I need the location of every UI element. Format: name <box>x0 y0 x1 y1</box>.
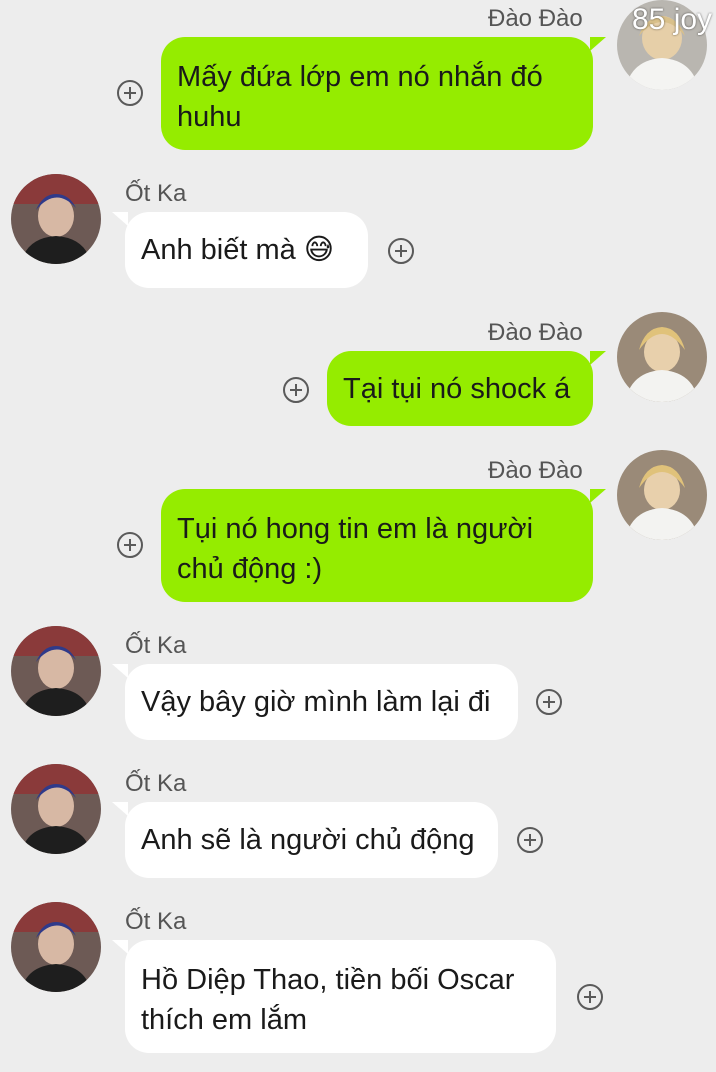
plus-circle-icon[interactable] <box>283 377 309 403</box>
plus-circle-icon[interactable] <box>388 238 414 264</box>
message-bubble[interactable]: Vậy bây giờ mình làm lại đi <box>112 664 518 740</box>
plus-circle-icon[interactable] <box>517 827 543 853</box>
sender-name: Ốt Ka <box>125 180 187 207</box>
avatar[interactable] <box>11 764 101 854</box>
sender-name: Ốt Ka <box>125 908 187 935</box>
avatar[interactable] <box>11 174 101 264</box>
avatar[interactable] <box>617 312 707 402</box>
message-bubble[interactable]: Tụi nó hong tin em là người chủ động :) <box>161 489 606 602</box>
message-bubble[interactable]: Anh biết mà 😅 <box>112 212 368 288</box>
message-bubble[interactable]: Hồ Diệp Thao, tiền bối Oscar thích em lắ… <box>112 940 556 1053</box>
sender-name: Đào Đào <box>488 319 583 346</box>
avatar[interactable] <box>617 450 707 540</box>
plus-circle-icon[interactable] <box>536 689 562 715</box>
message-bubble[interactable]: Tại tụi nó shock á <box>327 351 606 426</box>
sender-name: Đào Đào <box>488 5 583 32</box>
avatar[interactable] <box>11 626 101 716</box>
sender-name: Ốt Ka <box>125 770 187 797</box>
sender-name: Ốt Ka <box>125 632 187 659</box>
message-bubble[interactable]: Anh sẽ là người chủ động <box>112 802 498 878</box>
watermark: 85 joy <box>632 3 713 36</box>
plus-circle-icon[interactable] <box>577 984 603 1010</box>
message-bubble[interactable]: Mấy đứa lớp em nó nhắn đó huhu <box>161 37 606 150</box>
sender-name: Đào Đào <box>488 457 583 484</box>
avatar[interactable] <box>11 902 101 992</box>
plus-circle-icon[interactable] <box>117 532 143 558</box>
plus-circle-icon[interactable] <box>117 80 143 106</box>
